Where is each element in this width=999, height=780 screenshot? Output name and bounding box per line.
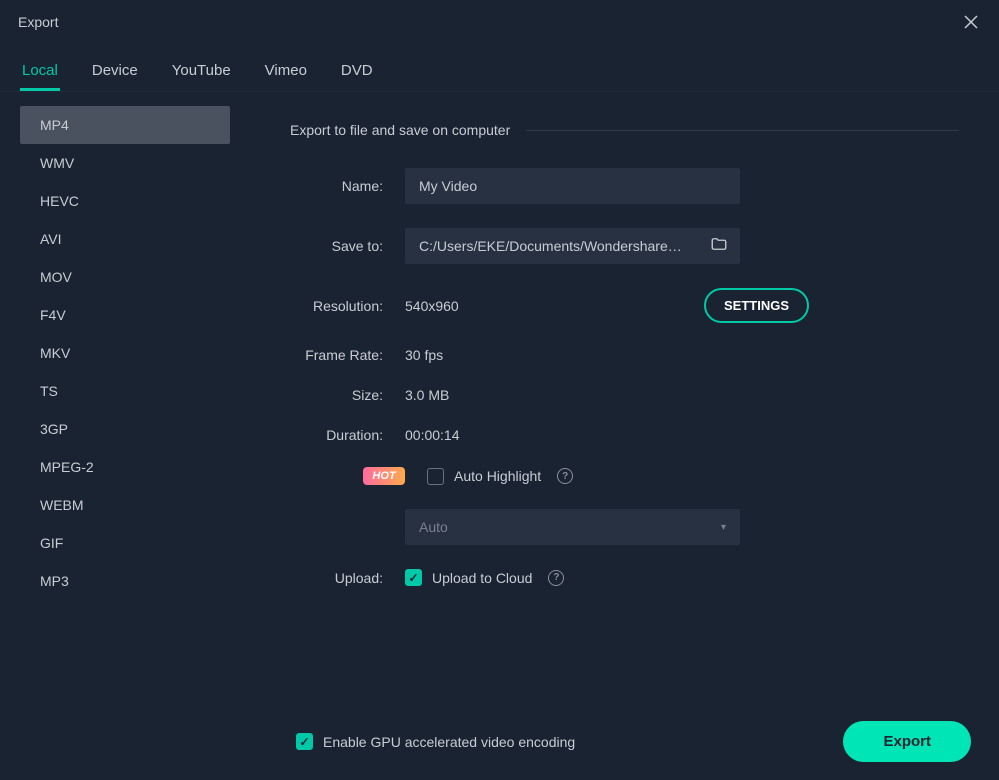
name-label: Name: — [290, 178, 405, 194]
format-avi[interactable]: AVI — [20, 220, 230, 258]
format-hevc[interactable]: HEVC — [20, 182, 230, 220]
size-label: Size: — [290, 387, 405, 403]
footer: Enable GPU accelerated video encoding Ex… — [0, 703, 999, 780]
upload-cloud-label: Upload to Cloud — [432, 570, 532, 586]
gpu-label: Enable GPU accelerated video encoding — [323, 734, 575, 750]
format-mp3[interactable]: MP3 — [20, 562, 230, 600]
close-icon — [964, 15, 978, 29]
content-pane: Export to file and save on computer Name… — [250, 92, 999, 703]
close-button[interactable] — [961, 12, 981, 32]
tab-youtube[interactable]: YouTube — [170, 52, 233, 91]
folder-icon — [710, 235, 728, 253]
export-button[interactable]: Export — [843, 721, 971, 762]
auto-highlight-checkbox[interactable] — [427, 468, 444, 485]
tab-device[interactable]: Device — [90, 52, 140, 91]
size-value: 3.0 MB — [405, 387, 449, 403]
format-ts[interactable]: TS — [20, 372, 230, 410]
format-3gp[interactable]: 3GP — [20, 410, 230, 448]
upload-label: Upload: — [290, 570, 405, 586]
auto-highlight-label: Auto Highlight — [454, 468, 541, 484]
framerate-value: 30 fps — [405, 347, 443, 363]
duration-label: Duration: — [290, 427, 405, 443]
highlight-select-value: Auto — [419, 519, 448, 535]
format-mpeg2[interactable]: MPEG-2 — [20, 448, 230, 486]
chevron-down-icon: ▾ — [721, 522, 726, 533]
browse-folder-button[interactable] — [698, 235, 740, 258]
titlebar: Export — [0, 0, 999, 44]
framerate-label: Frame Rate: — [290, 347, 405, 363]
auto-highlight-help-icon[interactable]: ? — [557, 468, 573, 484]
settings-button[interactable]: SETTINGS — [704, 288, 809, 323]
format-f4v[interactable]: F4V — [20, 296, 230, 334]
tab-local[interactable]: Local — [20, 52, 60, 91]
save-to-label: Save to: — [290, 238, 405, 254]
tab-dvd[interactable]: DVD — [339, 52, 375, 91]
divider — [526, 130, 959, 131]
format-gif[interactable]: GIF — [20, 524, 230, 562]
window-title: Export — [18, 14, 58, 30]
format-wmv[interactable]: WMV — [20, 144, 230, 182]
name-input[interactable] — [405, 168, 740, 204]
upload-cloud-checkbox[interactable] — [405, 569, 422, 586]
hot-badge: HOT — [363, 467, 405, 485]
format-mkv[interactable]: MKV — [20, 334, 230, 372]
tab-vimeo[interactable]: Vimeo — [263, 52, 309, 91]
format-sidebar: MP4 WMV HEVC AVI MOV F4V MKV TS 3GP MPEG… — [0, 92, 250, 703]
save-to-path[interactable]: C:/Users/EKE/Documents/Wondershare/W — [405, 228, 698, 264]
gpu-checkbox[interactable] — [296, 733, 313, 750]
format-mov[interactable]: MOV — [20, 258, 230, 296]
format-webm[interactable]: WEBM — [20, 486, 230, 524]
tabs: Local Device YouTube Vimeo DVD — [0, 44, 999, 92]
highlight-select[interactable]: Auto ▾ — [405, 509, 740, 545]
section-title: Export to file and save on computer — [290, 122, 510, 138]
resolution-value: 540x960 — [405, 298, 459, 314]
format-mp4[interactable]: MP4 — [20, 106, 230, 144]
resolution-label: Resolution: — [290, 298, 405, 314]
upload-help-icon[interactable]: ? — [548, 570, 564, 586]
duration-value: 00:00:14 — [405, 427, 460, 443]
